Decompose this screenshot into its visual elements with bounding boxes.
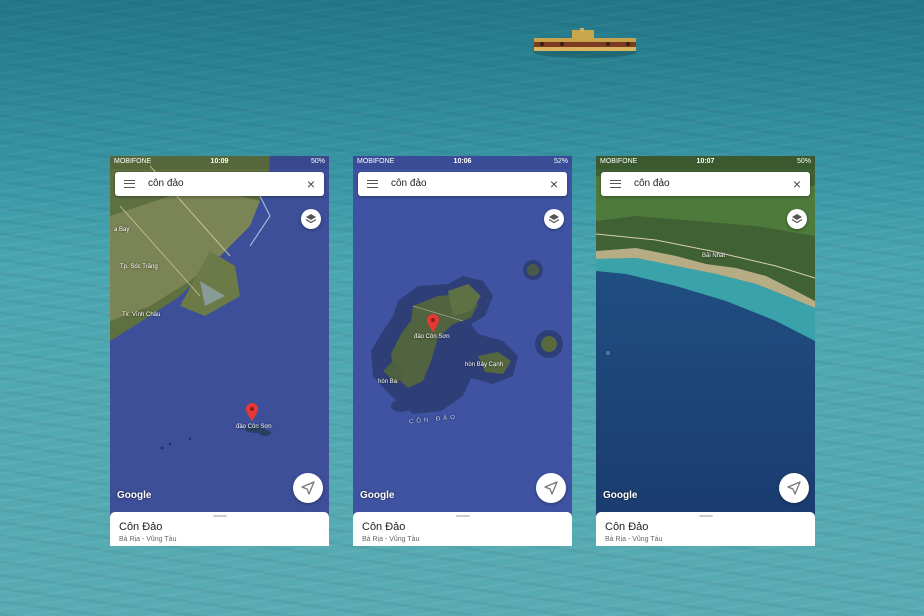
status-bar: MOBIFONE 10:07 50% — [596, 156, 815, 169]
sheet-handle[interactable] — [213, 515, 227, 517]
navigation-button[interactable] — [779, 473, 809, 503]
sheet-handle[interactable] — [456, 515, 470, 517]
place-region: Bà Rịa - Vũng Tàu — [605, 536, 663, 543]
search-input[interactable]: côn đảo — [634, 178, 670, 189]
status-bar: MOBIFONE 10:09 50% — [110, 156, 329, 169]
phone-screenshot-3: Bãi Nhát MOBIFONE 10:07 50% côn đảo × Go… — [596, 156, 815, 546]
close-icon[interactable]: × — [793, 176, 801, 192]
place-name: Côn Đảo — [362, 521, 406, 533]
buoy-image — [533, 28, 637, 58]
map-label: Tx. Vĩnh Châu — [122, 312, 161, 318]
place-sheet[interactable]: Côn Đảo Bà Rịa - Vũng Tàu — [596, 512, 815, 546]
status-bar: MOBIFONE 10:06 52% — [353, 156, 572, 169]
search-bar[interactable]: côn đảo × — [358, 172, 567, 196]
battery-level: 50% — [796, 158, 811, 165]
menu-icon[interactable] — [610, 180, 621, 188]
google-logo: Google — [603, 490, 638, 501]
status-time: 10:06 — [453, 158, 472, 165]
close-icon[interactable]: × — [307, 176, 315, 192]
map-label: hòn Ba — [378, 379, 398, 385]
menu-icon[interactable] — [124, 180, 135, 188]
map-label: hòn Bảy Cạnh — [465, 362, 504, 368]
menu-icon[interactable] — [367, 180, 378, 188]
search-bar[interactable]: côn đảo × — [115, 172, 324, 196]
place-region: Bà Rịa - Vũng Tàu — [119, 536, 177, 543]
place-sheet[interactable]: Côn Đảo Bà Rịa - Vũng Tàu — [353, 512, 572, 546]
navigation-arrow-icon — [787, 481, 801, 495]
close-icon[interactable]: × — [550, 176, 558, 192]
google-logo: Google — [360, 490, 395, 501]
map-pin-icon[interactable] — [427, 314, 439, 332]
navigation-button[interactable] — [293, 473, 323, 503]
layers-button[interactable] — [301, 209, 321, 229]
place-name: Côn Đảo — [119, 521, 163, 533]
map-label: a Bay — [114, 227, 130, 233]
sheet-handle[interactable] — [699, 515, 713, 517]
navigation-arrow-icon — [301, 481, 315, 495]
layers-icon — [791, 214, 803, 224]
search-input[interactable]: côn đảo — [391, 178, 427, 189]
place-name: Côn Đảo — [605, 521, 649, 533]
navigation-button[interactable] — [536, 473, 566, 503]
map-label: Tp. Sóc Trăng — [120, 264, 158, 270]
map-label: đảo Côn Sơn — [414, 334, 450, 340]
battery-level: 50% — [310, 158, 325, 165]
layers-icon — [548, 214, 560, 224]
status-time: 10:09 — [210, 158, 229, 165]
search-input[interactable]: côn đảo — [148, 178, 184, 189]
layers-button[interactable] — [787, 209, 807, 229]
status-time: 10:07 — [696, 158, 715, 165]
navigation-arrow-icon — [544, 481, 558, 495]
search-bar[interactable]: côn đảo × — [601, 172, 810, 196]
battery-level: 52% — [553, 158, 568, 165]
google-logo: Google — [117, 490, 152, 501]
layers-button[interactable] — [544, 209, 564, 229]
place-sheet[interactable]: Côn Đảo Bà Rịa - Vũng Tàu — [110, 512, 329, 546]
phone-screenshot-2: đảo Côn Sơn hòn Ba hòn Bảy Cạnh CÔN ĐẢO … — [353, 156, 572, 546]
place-region: Bà Rịa - Vũng Tàu — [362, 536, 420, 543]
map-label: Bãi Nhát — [702, 253, 726, 259]
layers-icon — [305, 214, 317, 224]
phone-screenshot-1: a Bay Tp. Sóc Trăng Tx. Vĩnh Châu đảo Cô… — [110, 156, 329, 546]
map-label: đảo Côn Sơn — [236, 424, 272, 430]
map-pin-icon[interactable] — [246, 403, 258, 421]
